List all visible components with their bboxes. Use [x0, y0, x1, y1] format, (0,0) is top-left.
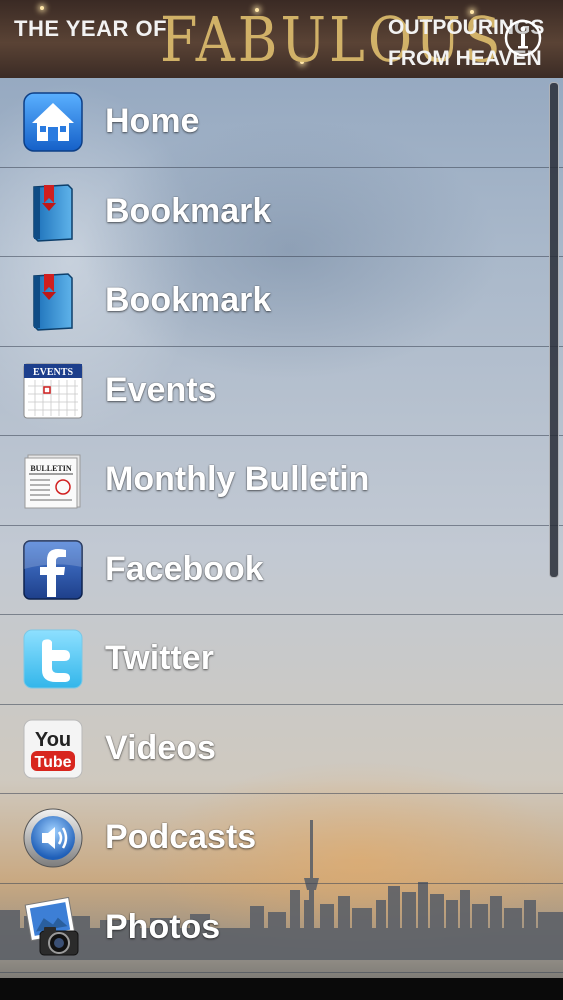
menu-item-videos[interactable]: You Tube Videos — [0, 705, 563, 794]
menu-item-label: Events — [105, 370, 217, 409]
menu-item-label: Photos — [105, 907, 221, 946]
menu-item-bookmark[interactable]: Bookmark — [0, 257, 563, 347]
header-banner: THE YEAR OF FABULOUS OUTPOURINGS FROM HE… — [0, 0, 563, 78]
menu-item-label: Facebook — [105, 549, 264, 588]
bulletin-newspaper-icon: BULLETIN — [24, 454, 81, 509]
menu-item-twitter[interactable]: Twitter — [0, 615, 563, 705]
menu-item-label: Home — [105, 102, 200, 140]
bottom-bar — [0, 978, 563, 1000]
main-menu-list: Home Bookmark Bookmark EVENTS Events BUL… — [0, 78, 563, 973]
menu-item-label: Podcasts — [105, 818, 257, 856]
menu-item-label: Twitter — [105, 639, 214, 677]
menu-item-label: Bookmark — [105, 191, 272, 230]
bookmark-book-icon — [33, 183, 73, 242]
info-icon[interactable] — [503, 18, 543, 58]
menu-scrollbar[interactable] — [549, 82, 559, 578]
menu-item-monthly-bulletin[interactable]: BULLETIN Monthly Bulletin — [0, 436, 563, 526]
menu-item-facebook[interactable]: Facebook — [0, 526, 563, 615]
menu-item-label: Monthly Bulletin — [105, 460, 370, 498]
bulletin-icon-text: BULLETIN — [30, 464, 72, 473]
menu-item-home[interactable]: Home — [0, 78, 563, 168]
home-icon — [23, 92, 83, 152]
menu-item-events[interactable]: EVENTS Events — [0, 347, 563, 436]
bookmark-book-icon — [33, 273, 73, 331]
menu-item-label: Bookmark — [105, 281, 272, 319]
youtube-icon-text: You — [35, 729, 71, 751]
menu-item-label: Videos — [105, 728, 216, 767]
photos-camera-icon — [24, 896, 79, 955]
sparkle-decoration — [40, 6, 44, 10]
menu-item-photos[interactable]: Photos — [0, 884, 563, 973]
banner-year-text: THE YEAR OF — [14, 16, 168, 41]
events-calendar-icon: EVENTS — [23, 363, 83, 418]
menu-item-podcasts[interactable]: Podcasts — [0, 794, 563, 884]
youtube-icon-text-tube: Tube — [34, 754, 71, 771]
menu-item-bookmark[interactable]: Bookmark — [0, 168, 563, 257]
twitter-icon — [23, 629, 83, 689]
youtube-icon: You Tube — [23, 719, 83, 778]
facebook-icon — [23, 539, 83, 600]
events-icon-text: EVENTS — [33, 367, 73, 378]
app-screen: THE YEAR OF FABULOUS OUTPOURINGS FROM HE… — [0, 0, 563, 1000]
podcast-speaker-icon — [23, 808, 83, 868]
